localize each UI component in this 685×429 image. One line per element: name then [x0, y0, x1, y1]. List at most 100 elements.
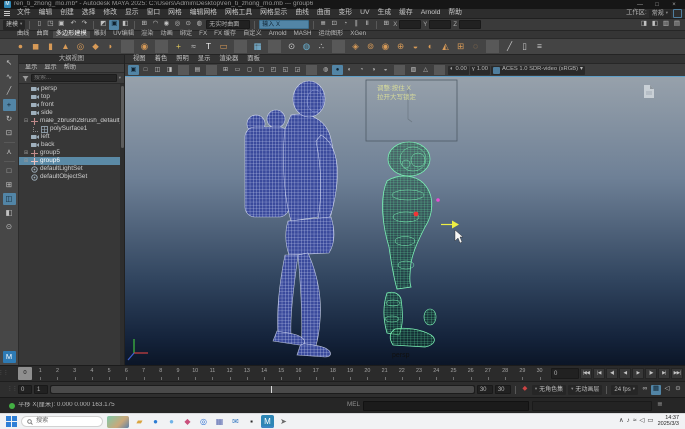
shelf-tab[interactable]: 雕刻 [91, 31, 109, 37]
maya-m-button[interactable]: M [3, 351, 16, 363]
viewport-menu-item[interactable]: 显示 [194, 56, 215, 62]
rig-ik-handle-icon[interactable]: ⊚ [364, 40, 377, 53]
shelf-tab[interactable]: UV编辑 [110, 31, 137, 37]
pen-app-icon[interactable]: ➤ [277, 415, 290, 428]
exposure-control[interactable]: ◐ 0.00 [448, 66, 469, 75]
timeline-tick[interactable]: 12 [225, 366, 235, 381]
outliner-item-top[interactable]: top [19, 93, 124, 101]
shelf-icon[interactable] [332, 40, 345, 53]
layout-outliner-pane-button[interactable]: ◧ [3, 207, 16, 219]
quad-draw-icon[interactable]: + [172, 40, 185, 53]
timeline-tick[interactable]: 10 [190, 366, 200, 381]
grid-toggle-icon[interactable]: ⊞ [220, 65, 231, 75]
gate-mask-icon[interactable]: ▢ [256, 65, 267, 75]
new-scene-icon[interactable]: ▯ [34, 20, 44, 30]
shaded-mode-icon[interactable]: ● [332, 65, 343, 75]
outliner-menu-item[interactable]: 显示 [41, 65, 59, 71]
poly-sphere-icon[interactable]: ● [14, 40, 27, 53]
zoom-region-icon[interactable]: ⊙ [3, 221, 16, 233]
rig-skeleton-icon[interactable]: ◈ [349, 40, 362, 53]
bifrost-icon[interactable]: ◍ [300, 40, 313, 53]
menubar-item[interactable]: 选择 [78, 10, 100, 17]
outliner-item-polysurface1[interactable]: polySurface1 [19, 125, 124, 133]
range-drag-handle[interactable]: ⋮⋮ [9, 387, 16, 392]
outliner-search-input[interactable] [31, 74, 117, 82]
camera-attributes-icon[interactable]: ◫ [152, 65, 163, 75]
timeline-tick[interactable]: 9 [173, 366, 183, 381]
timeline-tick[interactable]: 30 [535, 366, 545, 381]
outliner-item-persp[interactable]: persp [19, 85, 124, 93]
paint-app-icon[interactable]: ◆ [181, 415, 194, 428]
film-gate-icon[interactable]: ▭ [232, 65, 243, 75]
timeline-tick[interactable]: 20 [362, 366, 372, 381]
make-live-icon[interactable]: ◍ [194, 20, 204, 30]
menu-set-selector[interactable]: 建模 ▾ [3, 20, 25, 30]
workspace-panel-icon[interactable] [673, 9, 682, 18]
mail-app-icon[interactable]: ✉ [229, 415, 242, 428]
mute-audio-icon[interactable]: ◁ [662, 385, 672, 395]
timeline-tick[interactable]: 13 [242, 366, 252, 381]
filter-icon[interactable] [22, 75, 29, 82]
shelf-tab[interactable]: 多边形建模 [53, 31, 90, 37]
shelf-icon[interactable] [268, 40, 281, 53]
shelf-icon[interactable] [121, 40, 134, 53]
lasso-select-tool-icon[interactable]: ∿ [3, 71, 16, 83]
sweep-mesh-icon[interactable]: ▭ [217, 40, 230, 53]
snap-curve-icon[interactable]: ◠ [150, 20, 160, 30]
outliner-menu-item[interactable]: 帮助 [61, 65, 79, 71]
shelf-icon[interactable] [234, 40, 247, 53]
rig-constraint-icon[interactable]: ⊕ [394, 40, 407, 53]
taskbar-search-box[interactable]: 搜索 [21, 416, 103, 427]
menubar-item[interactable]: 曲线 [291, 10, 313, 17]
shelf-tab[interactable]: MASH [291, 31, 315, 37]
windows-start-button[interactable] [6, 416, 17, 427]
timeline-tick[interactable]: 6 [121, 366, 131, 381]
isolate-select-icon[interactable]: △ [420, 65, 431, 75]
range-slider-thumb[interactable] [51, 386, 474, 393]
shelf-tab[interactable]: Arnold [266, 31, 290, 37]
safe-action-icon[interactable]: ◱ [280, 65, 291, 75]
menubar-item[interactable]: 曲面 [313, 10, 335, 17]
pencil-curve-icon[interactable]: ╱ [503, 40, 516, 53]
taskbar-clock[interactable]: 14:37 2025/3/3 [658, 416, 679, 428]
timeline-tick[interactable]: 27 [483, 366, 493, 381]
edge-browser-icon[interactable]: ● [149, 415, 162, 428]
shelf-tab[interactable]: 运动图形 [315, 31, 346, 37]
timeline-tick[interactable]: 21 [380, 366, 390, 381]
step-back-key-button[interactable]: |◀ [593, 368, 605, 379]
set-key-button[interactable]: ◆ [520, 385, 530, 395]
shelf-icon[interactable] [155, 40, 168, 53]
step-back-frame-button[interactable]: ◀| [606, 368, 618, 379]
poly-cube-icon[interactable]: ◼ [29, 40, 42, 53]
lock-camera-icon[interactable]: □ [140, 65, 151, 75]
type-tool-icon[interactable]: T [202, 40, 215, 53]
mel-input[interactable] [363, 401, 529, 411]
timeline-tick[interactable]: 1 [35, 366, 45, 381]
channel-box-toggle[interactable]: ▥ [661, 20, 671, 30]
render-current-frame-icon[interactable]: ◔ [340, 20, 350, 30]
timeline-tick[interactable]: 28 [500, 366, 510, 381]
step-forward-frame-button[interactable]: |▶ [645, 368, 657, 379]
timeline-tick[interactable]: 29 [517, 366, 527, 381]
ambient-occlusion-icon[interactable]: ◒ [380, 65, 391, 75]
menubar-item[interactable]: 窗口 [143, 10, 165, 17]
timeline-tick[interactable]: 8 [156, 366, 166, 381]
timeline-tick[interactable]: 18 [328, 366, 338, 381]
coordinate-grid-icon[interactable]: ⊞ [381, 20, 391, 30]
snap-together-tool-icon[interactable]: ⋏ [3, 146, 16, 158]
viewport-canvas[interactable]: 调整:按住 X 拉开大写锁定 persp [125, 76, 685, 365]
menubar-item[interactable]: 缓存 [395, 10, 417, 17]
tool-icon[interactable] [4, 142, 15, 143]
shelf-tab[interactable]: 曲线 [14, 31, 32, 37]
maya-app-icon[interactable]: M [261, 415, 274, 428]
layout-four-pane-button[interactable]: ⊞ [3, 179, 16, 191]
timeline-tick[interactable]: 26 [466, 366, 476, 381]
time-slider[interactable]: ⋮⋮ 0123456789101112131415161718192021222… [0, 365, 685, 381]
timeline-tick[interactable]: 15 [276, 366, 286, 381]
layout-single-pane-button[interactable]: □ [3, 165, 16, 177]
range-slider-track[interactable] [50, 385, 475, 394]
timeline-tick[interactable]: 16 [294, 366, 304, 381]
timeline-tick[interactable]: 5 [104, 366, 114, 381]
save-scene-icon[interactable]: ▣ [56, 20, 66, 30]
use-all-lights-icon[interactable]: ◔ [356, 65, 367, 75]
